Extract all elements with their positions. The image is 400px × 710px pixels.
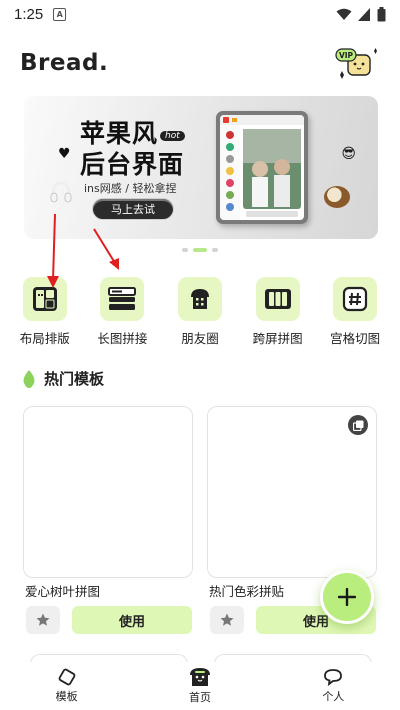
tool-label: 长图拼接 (97, 331, 148, 346)
nav-home[interactable]: 首页 (160, 667, 240, 705)
app-preview-image (220, 115, 304, 220)
section-title: 热门模板 (44, 370, 105, 388)
battery-icon (377, 6, 386, 21)
vip-label: VIP (339, 51, 354, 60)
grid-cut-icon (333, 277, 378, 321)
status-bar: 1:25 A (0, 0, 400, 28)
promo-banner[interactable]: ♥ 苹果风 后台界面 hot ins网感 / 轻松拿捏 马上去试 😎 (24, 96, 378, 239)
phone-mockup-image (216, 111, 308, 224)
coconut-icon (324, 186, 350, 208)
home-bread-icon (189, 668, 210, 686)
section-hot-templates: 热门模板 (22, 368, 104, 389)
nav-label: 个人 (322, 690, 345, 703)
add-button[interactable] (320, 570, 374, 624)
long-image-icon (100, 277, 145, 321)
banner-subtitle: ins网感 / 轻松拿捏 (84, 182, 177, 195)
favorite-button[interactable] (210, 606, 244, 634)
copy-icon (348, 415, 368, 435)
cross-screen-icon (255, 277, 300, 321)
status-time: 1:25 (14, 5, 44, 23)
phone-screen-image (220, 115, 304, 220)
chat-bubble-icon (324, 669, 343, 686)
wifi-icon (336, 8, 352, 20)
favorite-button[interactable] (26, 606, 60, 634)
bread-icon (177, 277, 222, 321)
page-dot (212, 248, 218, 252)
leaf-icon (23, 369, 35, 388)
tool-grid-cut[interactable]: 宫格切图 (319, 277, 391, 347)
sunglasses-emoji-icon: 😎 (341, 146, 356, 162)
brand-logo: Bread. (20, 50, 109, 76)
tool-label: 布局排版 (19, 331, 70, 346)
tool-label: 朋友圈 (181, 331, 219, 346)
tool-moments[interactable]: 朋友圈 (164, 277, 236, 347)
nav-label: 首页 (188, 691, 211, 704)
tool-long-image[interactable]: 长图拼接 (86, 277, 158, 347)
star-icon (220, 613, 234, 626)
a-icon: A (53, 7, 67, 21)
nav-templates[interactable]: 模板 (27, 668, 107, 704)
tool-label: 宫格切图 (330, 331, 381, 346)
heart-icon: ♥ (58, 146, 71, 162)
try-now-button[interactable]: 马上去试 (92, 198, 174, 220)
page-dot (182, 248, 188, 252)
template-name: 热门色彩拼贴 (209, 584, 285, 599)
template-card[interactable] (207, 406, 377, 578)
template-name: 爱心树叶拼图 (25, 584, 101, 599)
page-dot-active (193, 248, 207, 252)
nav-profile[interactable]: 个人 (293, 668, 373, 704)
banner-title-line2: 后台界面 (80, 150, 185, 179)
vip-button[interactable]: VIP (330, 45, 382, 85)
banner-title: 苹果风 后台界面 (80, 118, 184, 180)
headphones-icon (50, 181, 72, 203)
signal-icon (358, 7, 370, 21)
red-arrow-icon (93, 228, 119, 270)
hot-tag: hot (160, 131, 185, 141)
bottom-nav: 模板 首页 个人 (0, 662, 400, 710)
template-card[interactable] (23, 406, 193, 578)
nav-label: 模板 (55, 690, 78, 703)
vip-bread-icon: VIP (335, 48, 377, 79)
star-icon (36, 613, 50, 626)
use-button[interactable]: 使用 (72, 606, 192, 634)
plus-icon (338, 588, 356, 606)
tool-label: 跨屏拼图 (252, 331, 303, 346)
template-icon (58, 668, 76, 686)
red-arrow-icon (47, 213, 59, 288)
status-indicators (336, 6, 386, 22)
tool-cross-screen[interactable]: 跨屏拼图 (242, 277, 314, 347)
